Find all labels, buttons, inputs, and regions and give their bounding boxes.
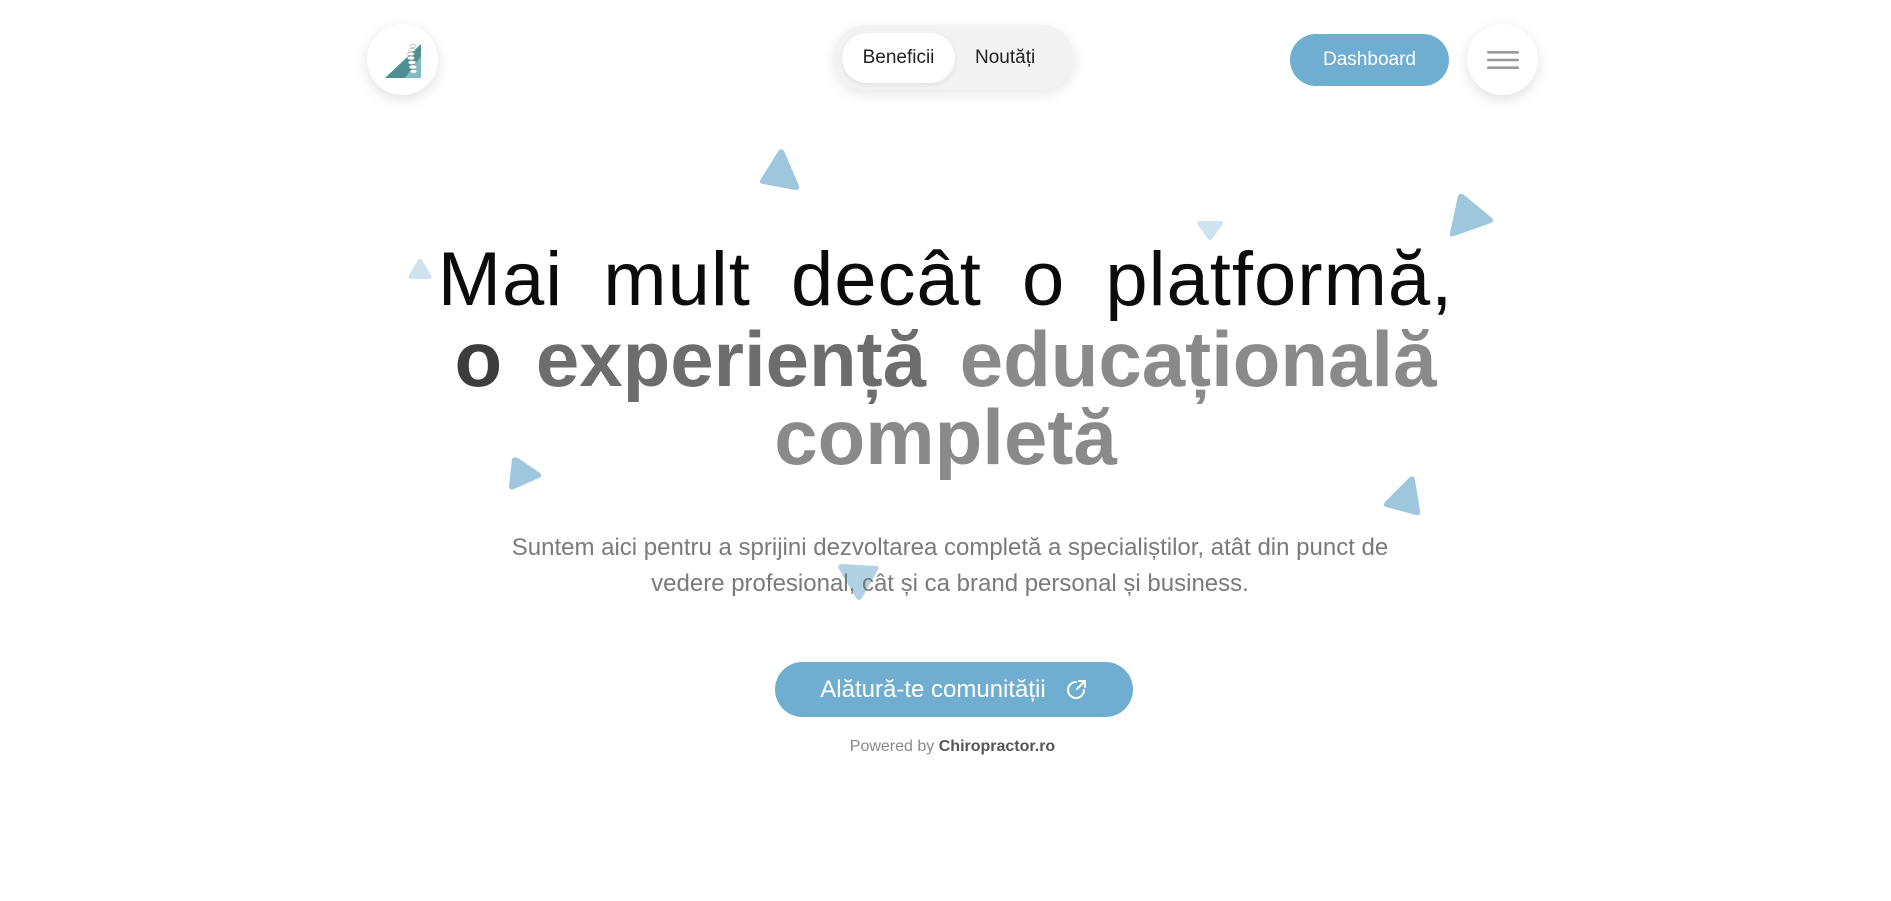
- nav-tabs: Beneficii Noutăți: [834, 25, 1074, 90]
- tab-noutati[interactable]: Noutăți: [955, 33, 1055, 83]
- tab-beneficii[interactable]: Beneficii: [842, 32, 955, 83]
- hero-line-2: o experiență educațională: [0, 320, 1891, 398]
- hero-heading: Mai mult decât o platformă, o experiență…: [0, 237, 1891, 481]
- decor-triangle: [759, 149, 800, 190]
- hero-word-experienta: experiență: [535, 315, 927, 403]
- cta-label: Alătură-te comunității: [820, 675, 1046, 703]
- decor-triangle: [1383, 476, 1421, 516]
- hamburger-icon: [1486, 50, 1519, 69]
- powered-brand-link[interactable]: Chiropractor.ro: [939, 738, 1055, 755]
- dashboard-button[interactable]: Dashboard: [1290, 34, 1449, 86]
- top-bar: Beneficii Noutăți Dashboard: [0, 0, 1891, 120]
- hero-line-3: completă: [774, 393, 1117, 481]
- logo-button[interactable]: [367, 24, 438, 95]
- join-community-button[interactable]: Alătură-te comunității: [775, 662, 1133, 717]
- menu-button[interactable]: [1467, 24, 1538, 95]
- hero-word-o: o: [454, 315, 503, 403]
- spine-logo-icon: [384, 43, 421, 78]
- hero-word-educationala: educațională: [959, 315, 1437, 403]
- external-link-icon: [1066, 679, 1086, 699]
- hero-line-1: Mai mult decât o platformă,: [437, 237, 1454, 322]
- powered-by: Powered by Chiropractor.ro: [0, 738, 1891, 756]
- powered-prefix: Powered by: [849, 738, 935, 755]
- hero-subtitle: Suntem aici pentru a sprijini dezvoltare…: [511, 534, 1389, 597]
